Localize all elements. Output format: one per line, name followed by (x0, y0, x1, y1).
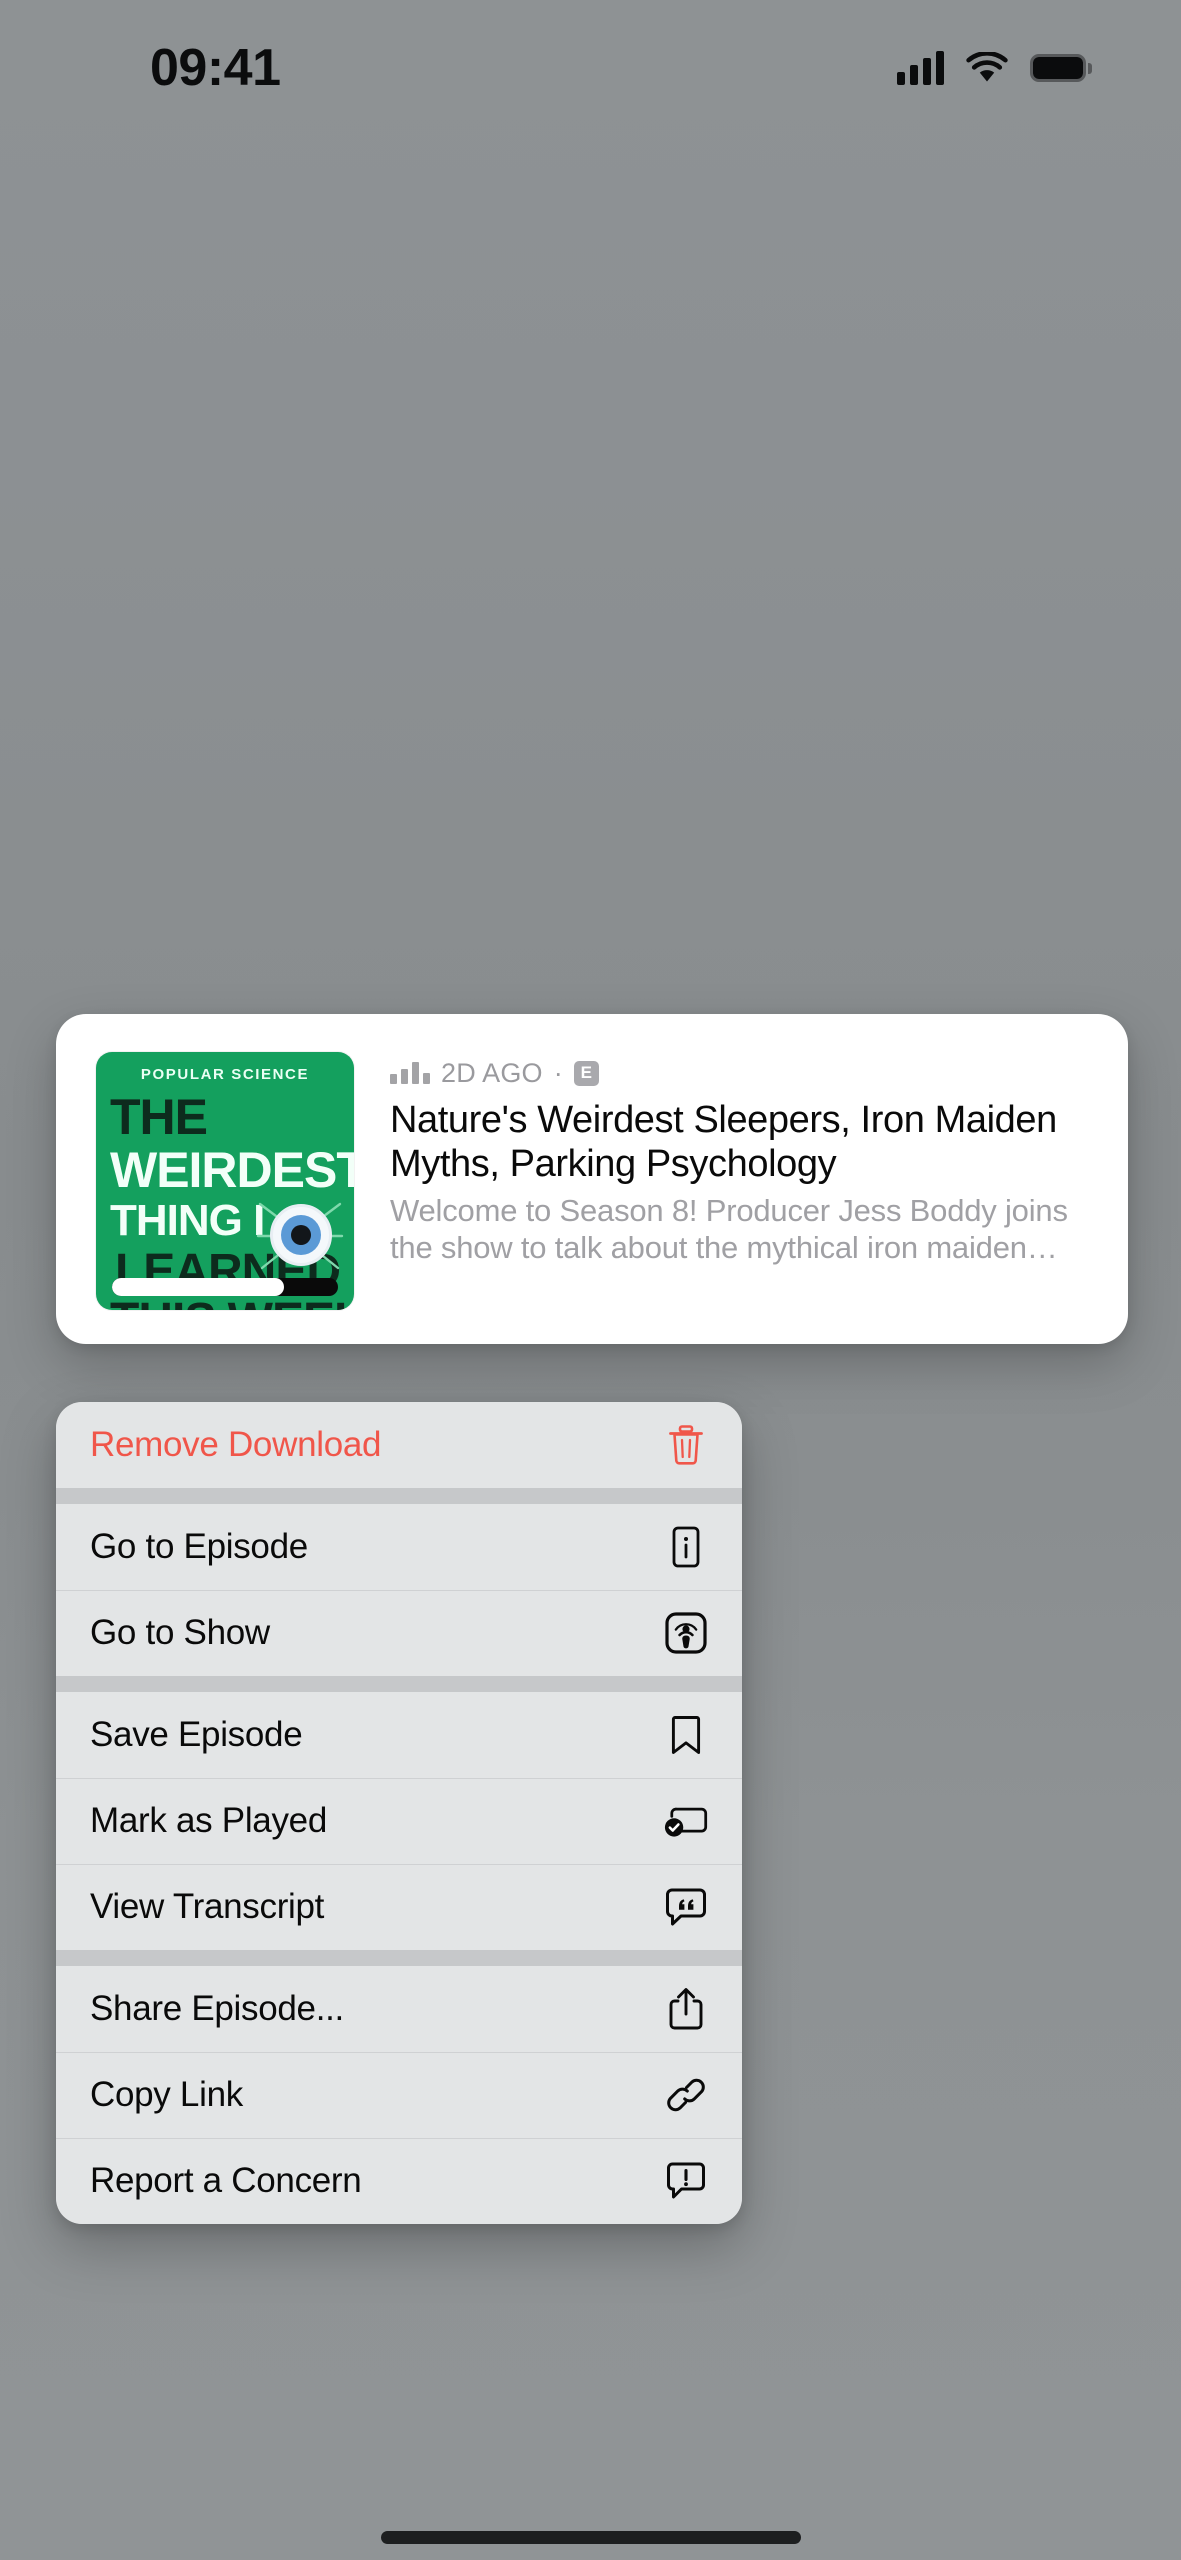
context-menu-group: Share Episode... Copy Link Report a Conc… (56, 1966, 742, 2224)
menu-group-separator (56, 1676, 742, 1692)
menu-item-go-to-show[interactable]: Go to Show (56, 1590, 742, 1676)
status-bar-clock: 09:41 (150, 38, 281, 97)
wifi-icon (966, 51, 1008, 81)
menu-item-copy-link[interactable]: Copy Link (56, 2052, 742, 2138)
exclamation-bubble-icon (664, 2159, 708, 2203)
quote-bubble-icon (664, 1885, 708, 1929)
artwork-line-1: THE (110, 1089, 208, 1145)
podcast-artwork: POPULAR SCIENCE THE WEIRDEST THING I LEA… (96, 1052, 354, 1310)
status-bar-indicators (897, 50, 1092, 85)
menu-item-label: Copy Link (90, 2075, 243, 2114)
menu-item-mark-as-played[interactable]: Mark as Played (56, 1778, 742, 1864)
artwork-line-5: THIS WEEK (96, 1297, 354, 1310)
menu-item-share-episode[interactable]: Share Episode... (56, 1966, 742, 2052)
menu-item-label: Mark as Played (90, 1801, 328, 1840)
menu-item-label: Go to Show (90, 1613, 270, 1652)
bookmark-icon (664, 1713, 708, 1757)
episode-description: Welcome to Season 8! Producer Jess Boddy… (390, 1192, 1068, 1266)
meta-separator: · (553, 1057, 563, 1088)
menu-item-label: Share Episode... (90, 1989, 344, 2028)
trash-icon (664, 1423, 708, 1467)
menu-item-label: Go to Episode (90, 1527, 308, 1566)
podcast-icon (664, 1611, 708, 1655)
cellular-bars-icon (897, 50, 944, 85)
info-square-icon (664, 1525, 708, 1569)
battery-full-icon (1030, 53, 1092, 82)
eyeball-icon (270, 1204, 332, 1266)
menu-item-go-to-episode[interactable]: Go to Episode (56, 1504, 742, 1590)
episode-meta-row: 2D AGO · E (390, 1056, 1088, 1090)
menu-group-separator (56, 1950, 742, 1966)
episode-info: 2D AGO · E Nature's Weirdest Sleepers, I… (354, 1052, 1088, 1266)
context-menu[interactable]: Remove Download Go to Episode Go to Show… (56, 1402, 742, 2224)
link-icon (664, 2073, 708, 2117)
menu-item-label: View Transcript (90, 1887, 325, 1926)
rectangle-badge-checkmark-icon (664, 1799, 708, 1843)
share-icon (664, 1987, 708, 2031)
menu-item-view-transcript[interactable]: View Transcript (56, 1864, 742, 1950)
menu-item-label: Save Episode (90, 1715, 303, 1754)
artwork-kicker: POPULAR SCIENCE (140, 1066, 310, 1083)
home-indicator[interactable] (380, 2531, 801, 2544)
episode-preview-card[interactable]: POPULAR SCIENCE THE WEIRDEST THING I LEA… (56, 1014, 1128, 1344)
context-menu-group: Go to Episode Go to Show (56, 1504, 742, 1676)
artwork-line-2: WEIRDEST (110, 1142, 354, 1198)
explicit-badge: E (573, 1060, 599, 1086)
context-menu-group: Remove Download (56, 1402, 742, 1488)
menu-item-report-a-concern[interactable]: Report a Concern (56, 2138, 742, 2224)
episode-date: 2D AGO (441, 1057, 543, 1088)
status-bar: 09:41 (0, 0, 1181, 135)
menu-group-separator (56, 1488, 742, 1504)
menu-item-label: Remove Download (90, 1425, 382, 1464)
audio-bars-icon (390, 1062, 430, 1084)
episode-title: Nature's Weirdest Sleepers, Iron Maiden … (390, 1099, 1057, 1186)
artwork-progress-bar (112, 1278, 338, 1296)
menu-item-save-episode[interactable]: Save Episode (56, 1692, 742, 1778)
context-menu-group: Save Episode Mark as Played View Transcr… (56, 1692, 742, 1950)
menu-item-label: Report a Concern (90, 2161, 362, 2200)
menu-item-remove-download[interactable]: Remove Download (56, 1402, 742, 1488)
